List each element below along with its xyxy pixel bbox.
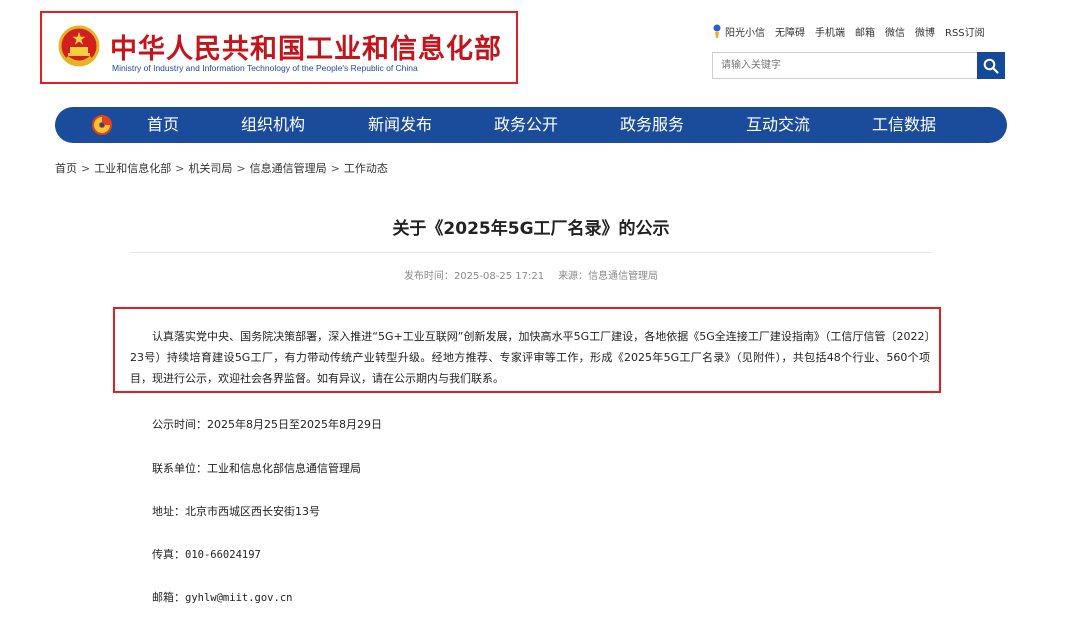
publish-time: 2025-08-25 17:21 (453, 271, 545, 282)
article-meta: 发布时间：2025-08-25 17:21 来源：信息通信管理局 (0, 267, 1062, 282)
main-nav: 首页 组织机构 新闻发布 政务公开 政务服务 互动交流 工信数据 (55, 107, 1007, 143)
contact-fax: 传真：010-66024197 (152, 546, 261, 562)
toplink-wechat[interactable]: 微信 (885, 24, 905, 39)
fax-label: 传真： (152, 548, 185, 561)
email-address[interactable]: gyhlw@miit.gov.cn (185, 592, 292, 604)
contact-address: 地址：北京市西城区西长安街13号 (152, 505, 320, 518)
breadcrumb-separator: > (81, 162, 91, 175)
nav-item-interaction[interactable]: 互动交流 (746, 107, 810, 143)
breadcrumb-ministry[interactable]: 工业和信息化部 (94, 162, 171, 175)
source-value: 信息通信管理局 (588, 271, 659, 282)
breadcrumb-separator: > (236, 162, 246, 175)
toplink-mobile[interactable]: 手机端 (815, 24, 845, 39)
breadcrumb-separator: > (330, 162, 340, 175)
toplink-rss[interactable]: RSS订阅 (945, 24, 985, 39)
search-input[interactable] (713, 53, 978, 78)
nav-item-data[interactable]: 工信数据 (872, 107, 936, 143)
top-links: 阳光小信 无障碍 手机端 邮箱 微信 微博 RSS订阅 (712, 23, 985, 39)
nav-item-news[interactable]: 新闻发布 (368, 107, 432, 143)
contact-email: 邮箱：gyhlw@miit.gov.cn (152, 589, 292, 605)
fax-number: 010-66024197 (185, 549, 261, 561)
toplink-weibo[interactable]: 微博 (915, 24, 935, 39)
article-title: 关于《2025年5G工厂名录》的公示 (392, 219, 670, 239)
toplink-mailbox[interactable]: 邮箱 (855, 24, 875, 39)
article-intro: 认真落实党中央、国务院决策部署，深入推进“5G+工业互联网”创新发展，加快高水平… (130, 330, 930, 385)
breadcrumb-bureau[interactable]: 信息通信管理局 (250, 162, 327, 175)
nav-item-gov-service[interactable]: 政务服务 (620, 107, 684, 143)
toplink-accessibility[interactable]: 无障碍 (775, 24, 805, 39)
logo-title-en: Ministry of Industry and Information Tec… (112, 63, 418, 73)
sunshine-mascot-icon (713, 24, 721, 38)
email-label: 邮箱： (152, 591, 185, 604)
search-icon (983, 58, 999, 74)
breadcrumb-work-news[interactable]: 工作动态 (344, 162, 388, 175)
breadcrumb: 首页 > 工业和信息化部 > 机关司局 > 信息通信管理局 > 工作动态 (55, 160, 388, 176)
breadcrumb-separator: > (175, 162, 185, 175)
contact-unit: 联系单位：工业和信息化部信息通信管理局 (152, 462, 361, 475)
breadcrumb-home[interactable]: 首页 (55, 162, 77, 175)
nav-item-gov-info[interactable]: 政务公开 (494, 107, 558, 143)
breadcrumb-departments[interactable]: 机关司局 (188, 162, 232, 175)
national-emblem-icon (58, 25, 100, 67)
publish-time-label: 发布时间： (403, 271, 454, 282)
nav-item-organization[interactable]: 组织机构 (241, 107, 305, 143)
site-header: 中华人民共和国工业和信息化部 Ministry of Industry and … (0, 0, 1080, 100)
search-button[interactable] (977, 52, 1005, 79)
miit-logo-icon[interactable] (91, 114, 113, 136)
source-label: 来源： (558, 271, 589, 282)
title-divider (130, 252, 932, 253)
logo-title-cn: 中华人民共和国工业和信息化部 (110, 34, 502, 65)
search-box (712, 52, 1005, 79)
toplink-label: 阳光小信 (725, 27, 765, 39)
site-logo[interactable]: 中华人民共和国工业和信息化部 Ministry of Industry and … (40, 11, 518, 84)
nav-item-home[interactable]: 首页 (147, 107, 179, 143)
toplink-sunshine[interactable]: 阳光小信 (712, 24, 765, 39)
publicity-period: 公示时间：2025年8月25日至2025年8月29日 (152, 418, 382, 431)
